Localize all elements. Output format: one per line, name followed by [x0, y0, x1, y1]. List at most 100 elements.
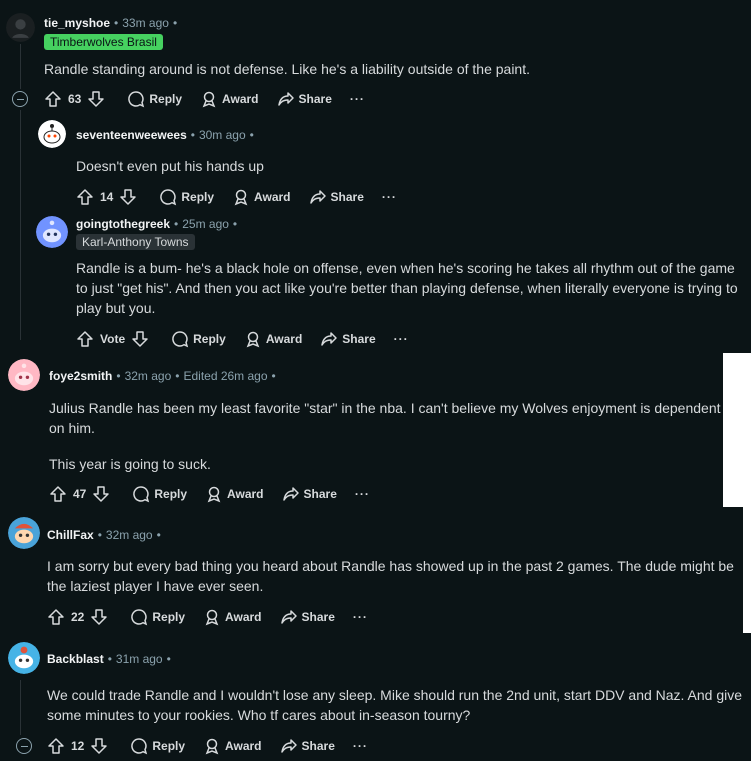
- comment-body: Doesn't even put his hands up: [76, 158, 264, 174]
- downvote-icon[interactable]: [119, 188, 137, 206]
- avatar[interactable]: [8, 642, 40, 674]
- reply-button[interactable]: Reply: [132, 485, 187, 503]
- share-button[interactable]: Share: [277, 90, 332, 108]
- vote-count: 47: [73, 487, 87, 501]
- comment-body: Randle is a bum- he's a black hole on of…: [76, 260, 738, 316]
- more-options-button[interactable]: ···: [394, 332, 409, 346]
- reply-button[interactable]: Reply: [130, 737, 185, 755]
- collapse-button[interactable]: [16, 738, 32, 754]
- avatar[interactable]: [6, 13, 35, 42]
- share-icon: [277, 90, 295, 108]
- avatar[interactable]: [38, 120, 66, 148]
- share-button[interactable]: Share: [320, 330, 376, 348]
- more-options-button[interactable]: ···: [353, 610, 368, 624]
- share-button[interactable]: Share: [280, 737, 335, 755]
- timestamp: 31m ago: [115, 652, 163, 666]
- overlay-block: [743, 507, 751, 633]
- vote-count: 14: [100, 190, 114, 204]
- vote-control: 63: [44, 90, 105, 108]
- edited-label: Edited 26m ago: [183, 369, 268, 383]
- share-icon: [280, 608, 298, 626]
- award-button[interactable]: Award: [203, 608, 262, 626]
- share-icon: [282, 485, 300, 503]
- vote-count: 63: [68, 92, 82, 106]
- thread-line: [20, 680, 21, 735]
- award-button[interactable]: Award: [244, 330, 302, 348]
- vote-control: 22: [47, 608, 108, 626]
- vote-count: 12: [71, 739, 85, 753]
- comment-actions: 12 Reply Award Share ···: [47, 735, 368, 757]
- overlay-block: [723, 353, 751, 507]
- share-button[interactable]: Share: [309, 188, 364, 206]
- comment-icon: [159, 188, 177, 206]
- award-button[interactable]: Award: [203, 737, 262, 755]
- avatar[interactable]: [8, 359, 40, 391]
- comment-icon: [127, 90, 145, 108]
- more-options-button[interactable]: ···: [382, 190, 397, 204]
- comment-icon: [130, 737, 148, 755]
- vote-control: Vote: [76, 330, 149, 348]
- share-button[interactable]: Share: [282, 485, 337, 503]
- avatar[interactable]: [8, 517, 40, 549]
- downvote-icon[interactable]: [90, 737, 108, 755]
- username[interactable]: goingtothegreek: [76, 217, 170, 231]
- share-button[interactable]: Share: [280, 608, 335, 626]
- reply-button[interactable]: Reply: [171, 330, 226, 348]
- comment-meta: foye2smith • 32m ago • Edited 26m ago •: [49, 369, 276, 383]
- reply-button[interactable]: Reply: [127, 90, 182, 108]
- comment-icon: [130, 608, 148, 626]
- downvote-icon[interactable]: [92, 485, 110, 503]
- more-options-button[interactable]: ···: [350, 92, 365, 106]
- comment-body: We could trade Randle and I wouldn't los…: [47, 687, 743, 723]
- timestamp: 25m ago: [182, 217, 229, 231]
- user-flair: Timberwolves Brasil: [44, 34, 163, 50]
- comment-meta: Backblast • 31m ago •: [47, 652, 171, 666]
- vote-control: 12: [47, 737, 108, 755]
- more-options-button[interactable]: ···: [355, 487, 370, 501]
- award-button[interactable]: Award: [200, 90, 259, 108]
- award-icon: [200, 90, 218, 108]
- upvote-icon[interactable]: [76, 188, 94, 206]
- comment-meta: tie_myshoe • 33m ago •: [44, 16, 178, 30]
- timestamp: 32m ago: [105, 528, 153, 542]
- upvote-icon[interactable]: [76, 330, 94, 348]
- vote-control: 14: [76, 188, 137, 206]
- award-icon: [203, 608, 221, 626]
- timestamp: 30m ago: [198, 128, 246, 142]
- more-options-button[interactable]: ···: [353, 739, 368, 753]
- upvote-icon[interactable]: [49, 485, 67, 503]
- award-button[interactable]: Award: [232, 188, 291, 206]
- share-icon: [280, 737, 298, 755]
- comment-meta: ChillFax • 32m ago •: [47, 528, 161, 542]
- upvote-icon[interactable]: [47, 608, 65, 626]
- comment-icon: [132, 485, 150, 503]
- upvote-icon[interactable]: [47, 737, 65, 755]
- award-button[interactable]: Award: [205, 485, 264, 503]
- collapse-button[interactable]: [12, 91, 28, 107]
- username[interactable]: tie_myshoe: [44, 16, 110, 30]
- username[interactable]: ChillFax: [47, 528, 94, 542]
- vote-control: 47: [49, 485, 110, 503]
- share-icon: [320, 330, 338, 348]
- comment-actions: 63 Reply Award Share ···: [44, 88, 365, 110]
- username[interactable]: seventeenweewees: [76, 128, 187, 142]
- downvote-icon[interactable]: [90, 608, 108, 626]
- avatar[interactable]: [36, 216, 68, 248]
- comment-body: Randle standing around is not defense. L…: [44, 61, 530, 77]
- downvote-icon[interactable]: [131, 330, 149, 348]
- comment-meta: goingtothegreek • 25m ago •: [76, 217, 238, 231]
- upvote-icon[interactable]: [44, 90, 62, 108]
- timestamp: 33m ago: [122, 16, 169, 30]
- comment-actions: 22 Reply Award Share ···: [47, 606, 368, 628]
- comment-actions: 47 Reply Award Share ···: [49, 483, 370, 505]
- thread-line: [20, 44, 21, 89]
- username[interactable]: foye2smith: [49, 369, 112, 383]
- downvote-icon[interactable]: [87, 90, 105, 108]
- user-flair: Karl-Anthony Towns: [76, 234, 195, 250]
- username[interactable]: Backblast: [47, 652, 104, 666]
- reply-button[interactable]: Reply: [159, 188, 214, 206]
- comment-actions: Vote Reply Award Share ···: [76, 328, 409, 350]
- comment-actions: 14 Reply Award Share ···: [76, 186, 397, 208]
- share-icon: [309, 188, 327, 206]
- reply-button[interactable]: Reply: [130, 608, 185, 626]
